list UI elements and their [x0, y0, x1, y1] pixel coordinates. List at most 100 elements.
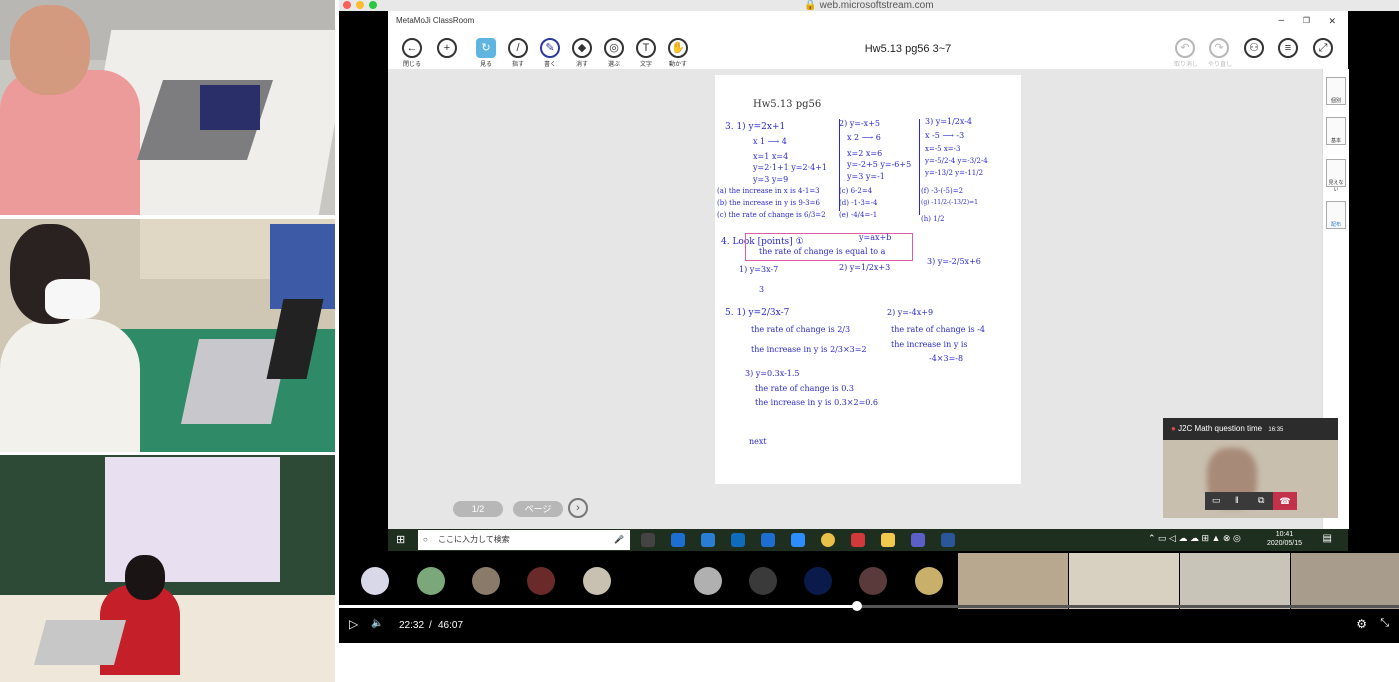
mail-icon[interactable]: [701, 533, 715, 547]
users-button[interactable]: ⚇: [1243, 38, 1265, 58]
video-player[interactable]: 🔒 web.microsoftstream.com MetaMoJi Class…: [339, 0, 1399, 643]
zoom-icon[interactable]: [791, 533, 805, 547]
participants-strip: [339, 553, 1399, 609]
participant-video-tile[interactable]: [1180, 553, 1290, 609]
text-tool-button[interactable]: T 文字: [635, 38, 657, 68]
participant-avatar[interactable]: [859, 567, 887, 595]
menu-button[interactable]: ≡: [1277, 38, 1299, 58]
video-seek-bar[interactable]: [339, 601, 1399, 611]
add-button[interactable]: +: [436, 38, 458, 59]
hw-line: 3: [759, 285, 765, 294]
classroom-photo-teacher-laptop: [0, 0, 335, 215]
file-explorer-icon[interactable]: [881, 533, 895, 547]
side-label: 基本: [1330, 138, 1341, 144]
maximize-window-icon[interactable]: [369, 1, 377, 9]
hw-line: y=-5/2-4 y=-3/2-4: [925, 157, 988, 165]
page-button[interactable]: ページ: [513, 501, 563, 517]
hw-line: (d) -1-3=-4: [839, 199, 878, 207]
teams-call-window[interactable]: ● J2C Math question time 16:35 ▭ ǁ ⧉ ☎: [1163, 418, 1338, 518]
task-view-icon[interactable]: [641, 533, 655, 547]
hw-line: x -5 ⟶ -3: [925, 131, 965, 140]
fullscreen-button[interactable]: ⤢: [1312, 38, 1334, 58]
close-window-icon[interactable]: [343, 1, 351, 9]
url-text: web.microsoftstream.com: [819, 0, 934, 11]
cortana-icon: ○: [423, 535, 428, 544]
mic-icon[interactable]: ǁ: [1235, 495, 1239, 505]
settings-gear-icon[interactable]: ⚙: [1356, 617, 1367, 631]
hw-line: x=1 x=4: [753, 152, 789, 161]
play-icon[interactable]: ▷: [349, 617, 358, 631]
hw-line: y=ax+b: [859, 233, 892, 242]
hw-line: 3) y=0.3x-1.5: [745, 369, 800, 378]
undo-button[interactable]: ↶ 取り消し: [1174, 38, 1199, 68]
tool-label: 書く: [543, 62, 556, 68]
fullscreen-icon: ⤢: [1313, 38, 1333, 58]
word-icon[interactable]: [941, 533, 955, 547]
hw-line: (c) the rate of change is 6/3=2: [717, 211, 826, 219]
browser-url-bar[interactable]: 🔒 web.microsoftstream.com: [339, 0, 1399, 11]
teams-icon[interactable]: [911, 533, 925, 547]
hang-up-icon[interactable]: ☎: [1273, 492, 1297, 510]
participant-video-tile[interactable]: [1069, 553, 1179, 609]
windows-start-icon[interactable]: ⊞: [396, 533, 405, 546]
participant-avatar[interactable]: [694, 567, 722, 595]
text-icon: T: [636, 38, 656, 58]
eraser-tool-button[interactable]: ◆ 消す: [571, 38, 593, 68]
layers-button[interactable]: 基本: [1326, 117, 1346, 145]
participant-avatar[interactable]: [527, 567, 555, 595]
classroom-photo-teacher-headset: [0, 219, 335, 452]
participant-avatar[interactable]: [749, 567, 777, 595]
close-tool-button[interactable]: ← 閉じる: [401, 38, 423, 68]
photo-laptop-screen: [200, 85, 260, 130]
participant-avatar[interactable]: [417, 567, 445, 595]
taskbar-clock[interactable]: 10:41 2020/05/15: [1267, 530, 1302, 548]
camera-icon[interactable]: ▭: [1212, 495, 1221, 506]
individual-button[interactable]: 個別: [1326, 77, 1346, 105]
seek-handle[interactable]: [852, 601, 863, 611]
close-icon[interactable]: ✕: [1328, 11, 1336, 31]
distribute-button[interactable]: 配布: [1326, 201, 1346, 229]
participant-avatar[interactable]: [583, 567, 611, 595]
participant-avatar[interactable]: [361, 567, 389, 595]
view-tool-button[interactable]: ↻ 見る: [475, 38, 497, 68]
taskbar-search-input[interactable]: ○ ここに入力して検索 🎤: [418, 530, 630, 550]
tool-label: 取り消し: [1174, 62, 1199, 68]
document-title: Hw5.13 pg56 3~7: [864, 43, 952, 55]
participant-video-tile[interactable]: [958, 553, 1068, 609]
outlook-icon[interactable]: [731, 533, 745, 547]
fullscreen-exit-icon[interactable]: ⤡: [1380, 617, 1389, 630]
tool-label: 消す: [575, 62, 588, 68]
minimize-window-icon[interactable]: [356, 1, 364, 9]
participant-video-tile[interactable]: [1291, 553, 1399, 609]
hw-line: x 1 ⟶ 4: [753, 137, 787, 146]
share-screen-icon[interactable]: ⧉: [1258, 495, 1264, 506]
select-tool-button[interactable]: ◎ 選ぶ: [603, 38, 625, 68]
edge-legacy-icon[interactable]: [761, 533, 775, 547]
participant-avatar[interactable]: [472, 567, 500, 595]
hw-line: the rate of change is 2/3: [751, 325, 851, 334]
notification-icon[interactable]: ▤: [1323, 533, 1332, 544]
participant-avatar[interactable]: [915, 567, 943, 595]
pen-tool-button[interactable]: ✎ 書く: [539, 38, 561, 68]
tool-label: 動かす: [668, 62, 687, 68]
pointer-tool-button[interactable]: / 指す: [507, 38, 529, 68]
redo-icon: ↷: [1209, 38, 1229, 58]
volume-icon[interactable]: 🔈: [371, 618, 383, 629]
hide-button[interactable]: 見えない: [1326, 159, 1346, 193]
system-tray-icons[interactable]: ⌃ ▭ ◁ ☁ ☁ ⊞ ▲ ⊗ ◎: [1148, 533, 1241, 544]
edge-icon[interactable]: [671, 533, 685, 547]
undo-icon: ↶: [1175, 38, 1195, 58]
metamoji-icon[interactable]: [851, 533, 865, 547]
move-tool-button[interactable]: ✋ 動かす: [667, 38, 689, 68]
plus-icon: +: [437, 38, 457, 58]
participant-avatar[interactable]: [804, 567, 832, 595]
photo-laptop: [33, 620, 127, 665]
hw-line: 3) y=-2/5x+6: [927, 257, 981, 266]
hw-line: (a) the increase in x is 4-1=3: [717, 187, 820, 195]
chrome-icon[interactable]: [821, 533, 835, 547]
next-page-button[interactable]: ›: [568, 498, 588, 518]
redo-button[interactable]: ↷ やり直し: [1208, 38, 1232, 68]
minimize-icon[interactable]: –: [1278, 11, 1284, 31]
restore-icon[interactable]: ❐: [1303, 11, 1310, 31]
worksheet-page[interactable]: Hw5.13 pg56 3. 1) y=2x+1 x 1 ⟶ 4 x=1 x=4…: [715, 75, 1021, 484]
